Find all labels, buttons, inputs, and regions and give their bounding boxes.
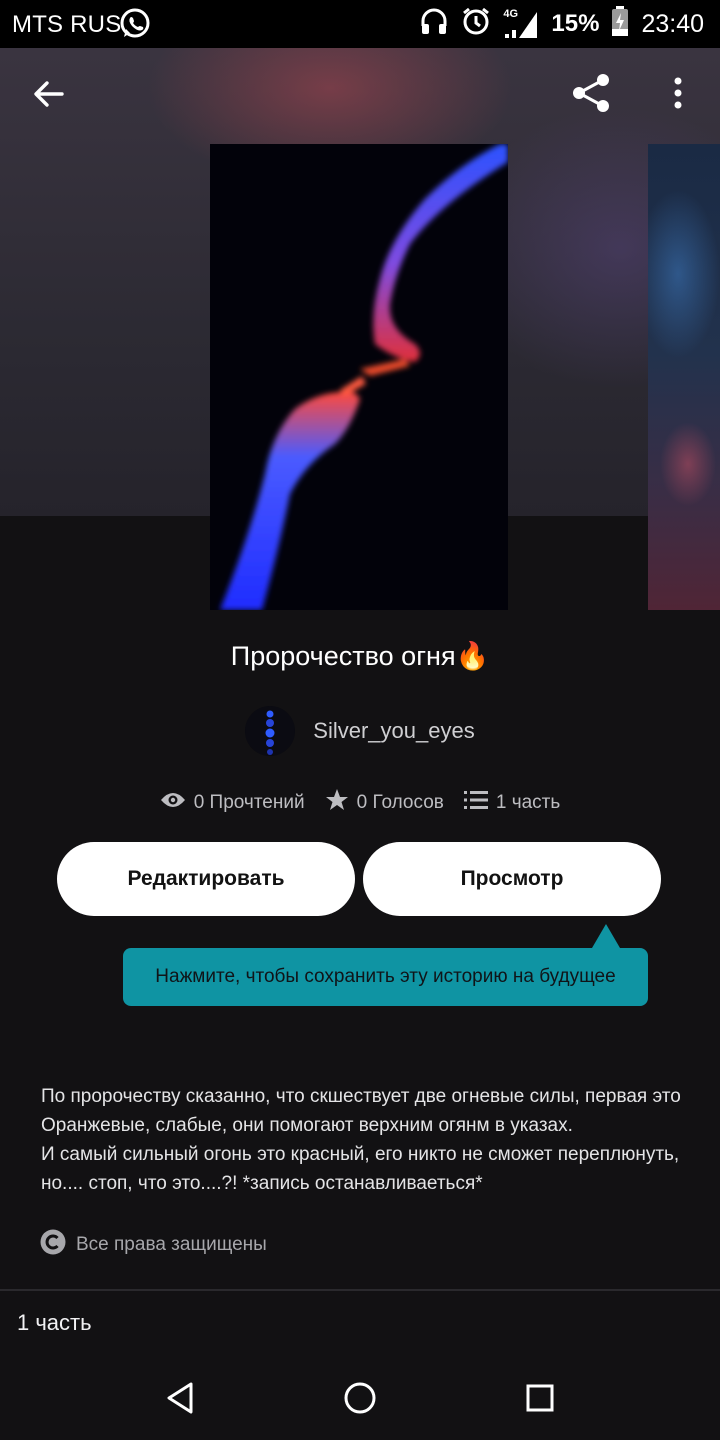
nav-recents-button[interactable] — [510, 1374, 570, 1426]
star-icon — [325, 788, 349, 818]
story-description: По пророчеству сказанно, что скшествует … — [41, 1082, 691, 1198]
copyright-icon — [40, 1229, 66, 1261]
system-nav-bar — [0, 1358, 720, 1440]
alarm-icon — [461, 6, 491, 43]
more-vertical-icon — [673, 77, 683, 114]
arrow-left-icon — [32, 79, 64, 114]
reads-stat: 0 Прочтений — [160, 791, 305, 815]
nav-recents-icon — [525, 1383, 555, 1418]
next-story-cover-image[interactable] — [648, 144, 720, 610]
author-name[interactable]: Silver_you_eyes — [313, 718, 474, 744]
signal-icon: 4G — [503, 8, 539, 40]
description-paragraph: По пророчеству сказанно, что скшествует … — [41, 1086, 681, 1136]
story-title-text: Пророчество огня — [230, 641, 456, 671]
tooltip-arrow — [592, 924, 620, 948]
status-bar: MTS RUS 4G 15% 23:40 — [0, 0, 720, 48]
headphones-icon — [419, 6, 449, 43]
votes-count: 0 Голосов — [356, 792, 444, 813]
clock: 23:40 — [641, 9, 704, 38]
votes-stat: 0 Голосов — [325, 788, 444, 818]
back-button[interactable] — [22, 72, 74, 120]
copyright-text: Все права защищены — [76, 1234, 267, 1255]
story-stats: 0 Прочтений 0 Голосов 1 часть — [0, 786, 720, 820]
parts-header[interactable]: 1 часть — [17, 1310, 92, 1336]
description-paragraph: И самый сильный огонь это красный, его н… — [41, 1144, 680, 1194]
battery-charging-icon — [611, 5, 629, 44]
copyright-row: Все права защищены — [40, 1229, 267, 1261]
whatsapp-icon — [118, 7, 152, 48]
more-options-button[interactable] — [660, 70, 696, 120]
save-story-tooltip[interactable]: Нажмите, чтобы сохранить эту историю на … — [123, 948, 648, 1006]
reads-count: 0 Прочтений — [193, 792, 305, 813]
tooltip-text: Нажмите, чтобы сохранить эту историю на … — [155, 966, 616, 987]
author-row[interactable]: Silver_you_eyes — [0, 704, 720, 758]
fire-emoji-icon: 🔥 — [455, 641, 490, 671]
divider — [0, 1289, 720, 1291]
carrier-name: MTS RUS — [12, 11, 122, 38]
eye-icon — [160, 791, 186, 815]
battery-percent: 15% — [551, 10, 600, 37]
story-cover-image[interactable] — [210, 144, 508, 610]
share-button[interactable] — [566, 70, 616, 120]
edit-button[interactable]: Редактировать — [57, 842, 355, 916]
nav-home-button[interactable] — [330, 1374, 390, 1426]
view-button[interactable]: Просмотр — [363, 842, 661, 916]
nav-back-button[interactable] — [150, 1374, 210, 1426]
list-icon — [463, 790, 488, 816]
avatar[interactable] — [245, 706, 296, 756]
story-title: Пророчество огня🔥 — [0, 640, 720, 672]
nav-back-icon — [165, 1381, 195, 1420]
nav-home-icon — [343, 1381, 377, 1420]
parts-count: 1 часть — [495, 792, 561, 813]
share-icon — [569, 71, 613, 120]
parts-stat: 1 часть — [463, 790, 561, 816]
